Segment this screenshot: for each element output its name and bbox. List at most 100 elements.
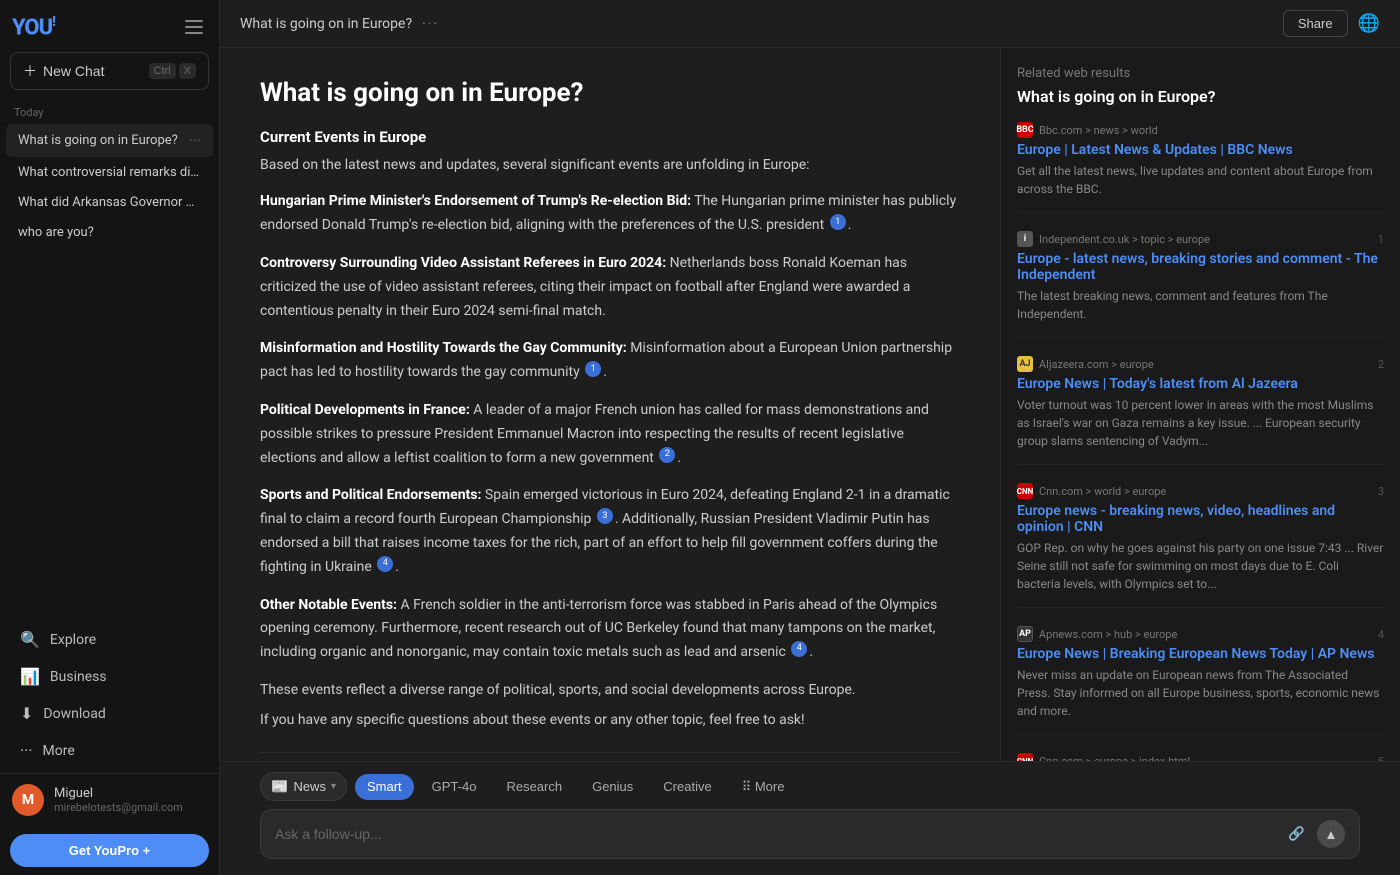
news-mode-label: News bbox=[293, 779, 326, 794]
answer-block-3: Misinformation and Hostility Towards the… bbox=[260, 337, 960, 385]
send-button[interactable]: ▲ bbox=[1317, 820, 1345, 848]
answer-block-1: Hungarian Prime Minister's Endorsement o… bbox=[260, 190, 960, 238]
result-number-5: 4 bbox=[1378, 628, 1384, 641]
share-button[interactable]: Share bbox=[1283, 10, 1348, 37]
source-icon-ap: AP bbox=[1017, 626, 1033, 642]
result-title-4[interactable]: Europe news - breaking news, video, head… bbox=[1017, 503, 1384, 535]
answer-block-6: Other Notable Events: A French soldier i… bbox=[260, 594, 960, 665]
source-icon-independent: i bbox=[1017, 231, 1033, 247]
answer-block-5: Sports and Political Endorsements: Spain… bbox=[260, 484, 960, 579]
sidebar-nav-explore-label: Explore bbox=[50, 632, 96, 648]
result-title-5[interactable]: Europe News | Breaking European News Tod… bbox=[1017, 646, 1384, 662]
new-chat-button[interactable]: ＋ New Chat Ctrl X bbox=[10, 52, 209, 90]
result-number-2: 1 bbox=[1378, 233, 1384, 246]
web-result-6: CNN Cnn.com > europe > index.html 5 Euro… bbox=[1017, 753, 1384, 761]
citation-2[interactable]: 1 bbox=[585, 361, 601, 377]
sidebar-today-label: Today bbox=[0, 100, 219, 123]
sidebar-nav-business[interactable]: 📊 Business bbox=[6, 659, 213, 694]
result-title-1[interactable]: Europe | Latest News & Updates | BBC New… bbox=[1017, 142, 1384, 158]
citation-6[interactable]: 4 bbox=[791, 641, 807, 657]
sidebar-nav-more-label: More bbox=[43, 743, 75, 759]
chat-area: What is going on in Europe? Current Even… bbox=[220, 48, 1000, 761]
breadcrumb-2: Independent.co.uk > topic > europe bbox=[1039, 233, 1210, 246]
sidebar-header: YOU! bbox=[0, 0, 219, 48]
sidebar-nav-download-label: Download bbox=[43, 706, 105, 722]
sidebar-item-chat1-text: What is going on in Europe? bbox=[18, 133, 184, 148]
result-number-3: 2 bbox=[1378, 358, 1384, 371]
sidebar-toggle-icon bbox=[185, 20, 203, 34]
main-header-title: What is going on in Europe? bbox=[240, 16, 412, 32]
citation-4[interactable]: 3 bbox=[597, 508, 613, 524]
logo-exclamation: ! bbox=[52, 14, 55, 30]
sidebar-nav-more[interactable]: ··· More bbox=[6, 733, 213, 768]
new-chat-shortcut-ctrl: Ctrl bbox=[149, 63, 176, 79]
web-result-2: i Independent.co.uk > topic > europe 1 E… bbox=[1017, 231, 1384, 338]
sidebar: YOU! ＋ New Chat Ctrl X Today What is goi… bbox=[0, 0, 220, 875]
result-title-3[interactable]: Europe News | Today's latest from Al Jaz… bbox=[1017, 376, 1384, 392]
chat-input-wrapper: 🔗 ▲ bbox=[260, 809, 1360, 859]
pill-gpt4o[interactable]: GPT-4o bbox=[420, 774, 489, 800]
result-snippet-5: Never miss an update on European news fr… bbox=[1017, 666, 1384, 720]
pill-more[interactable]: ⠿ More bbox=[730, 774, 797, 800]
sidebar-item-chat2[interactable]: What controversial remarks did ... bbox=[6, 158, 213, 187]
breadcrumb-3: Aljazeera.com > europe bbox=[1039, 358, 1154, 371]
user-avatar: M bbox=[12, 784, 44, 816]
news-mode-chevron-icon: ▾ bbox=[331, 781, 336, 792]
citation-3[interactable]: 2 bbox=[659, 447, 675, 463]
send-icon: ▲ bbox=[1324, 827, 1337, 842]
main-header: What is going on in Europe? ··· Share 🌐 bbox=[220, 0, 1400, 48]
sidebar-toggle-button[interactable] bbox=[181, 16, 207, 38]
explore-icon: 🔍 bbox=[20, 630, 40, 649]
sidebar-nav-download[interactable]: ⬇ Download bbox=[6, 696, 213, 731]
news-mode-button[interactable]: 📰 News ▾ bbox=[260, 772, 347, 801]
attach-button[interactable]: 🔗 bbox=[1284, 822, 1309, 846]
related-header: Related web results bbox=[1017, 66, 1384, 81]
input-toolbar: 📰 News ▾ Smart GPT-4o Research Genius Cr… bbox=[260, 772, 1360, 801]
sidebar-nav-business-label: Business bbox=[50, 669, 107, 685]
pill-creative[interactable]: Creative bbox=[651, 774, 723, 800]
result-snippet-3: Voter turnout was 10 percent lower in ar… bbox=[1017, 396, 1384, 450]
pill-research[interactable]: Research bbox=[494, 774, 574, 800]
source-icon-cnn2: CNN bbox=[1017, 753, 1033, 761]
web-result-4: CNN Cnn.com > world > europe 3 Europe ne… bbox=[1017, 483, 1384, 608]
web-result-1: BBC Bbc.com > news > world Europe | Late… bbox=[1017, 122, 1384, 213]
main-header-more-icon[interactable]: ··· bbox=[422, 16, 439, 32]
sidebar-item-chat3[interactable]: What did Arkansas Governor Sar... bbox=[6, 188, 213, 217]
web-result-5: AP Apnews.com > hub > europe 4 Europe Ne… bbox=[1017, 626, 1384, 735]
new-chat-shortcut-key: X bbox=[179, 63, 196, 79]
answer-closing-1: These events reflect a diverse range of … bbox=[260, 679, 960, 701]
globe-button[interactable]: 🌐 bbox=[1358, 13, 1380, 34]
user-email: mirebelotests@gmail.com bbox=[54, 801, 207, 814]
download-icon: ⬇ bbox=[20, 704, 33, 723]
sidebar-nav-explore[interactable]: 🔍 Explore bbox=[6, 622, 213, 657]
user-name: Miguel bbox=[54, 786, 207, 801]
source-icon-bbc: BBC bbox=[1017, 122, 1033, 138]
get-youpro-button[interactable]: Get YouPro + bbox=[10, 834, 209, 867]
logo-you: YOU bbox=[12, 15, 52, 40]
sidebar-item-chat1[interactable]: What is going on in Europe? ··· bbox=[6, 124, 213, 157]
pill-smart[interactable]: Smart bbox=[355, 774, 414, 800]
result-snippet-4: GOP Rep. on why he goes against his part… bbox=[1017, 539, 1384, 593]
breadcrumb-4: Cnn.com > world > europe bbox=[1039, 485, 1166, 498]
main-body: What is going on in Europe? Current Even… bbox=[220, 48, 1400, 761]
answer-closing-2: If you have any specific questions about… bbox=[260, 709, 960, 731]
answer-section-title: Current Events in Europe bbox=[260, 128, 960, 146]
sidebar-user: M Miguel mirebelotests@gmail.com bbox=[0, 773, 219, 826]
sidebar-item-chat1-more[interactable]: ··· bbox=[188, 131, 201, 150]
source-icon-aljazeera: AJ bbox=[1017, 356, 1033, 372]
new-chat-label: New Chat bbox=[43, 63, 104, 79]
citation-5[interactable]: 4 bbox=[377, 556, 393, 572]
result-title-2[interactable]: Europe - latest news, breaking stories a… bbox=[1017, 251, 1384, 283]
answer-block-2: Controversy Surrounding Video Assistant … bbox=[260, 252, 960, 323]
answer-intro: Based on the latest news and updates, se… bbox=[260, 154, 960, 176]
sidebar-item-chat2-text: What controversial remarks did ... bbox=[18, 165, 201, 180]
right-panel: Related web results What is going on in … bbox=[1000, 48, 1400, 761]
input-area: 📰 News ▾ Smart GPT-4o Research Genius Cr… bbox=[220, 761, 1400, 875]
chat-input[interactable] bbox=[275, 826, 1276, 842]
source-icon-cnn: CNN bbox=[1017, 483, 1033, 499]
citation-1[interactable]: 1 bbox=[830, 214, 846, 230]
sidebar-chat-list: What is going on in Europe? ··· What con… bbox=[0, 123, 219, 248]
pill-genius[interactable]: Genius bbox=[580, 774, 645, 800]
result-number-4: 3 bbox=[1378, 485, 1384, 498]
sidebar-item-chat4[interactable]: who are you? bbox=[6, 218, 213, 247]
